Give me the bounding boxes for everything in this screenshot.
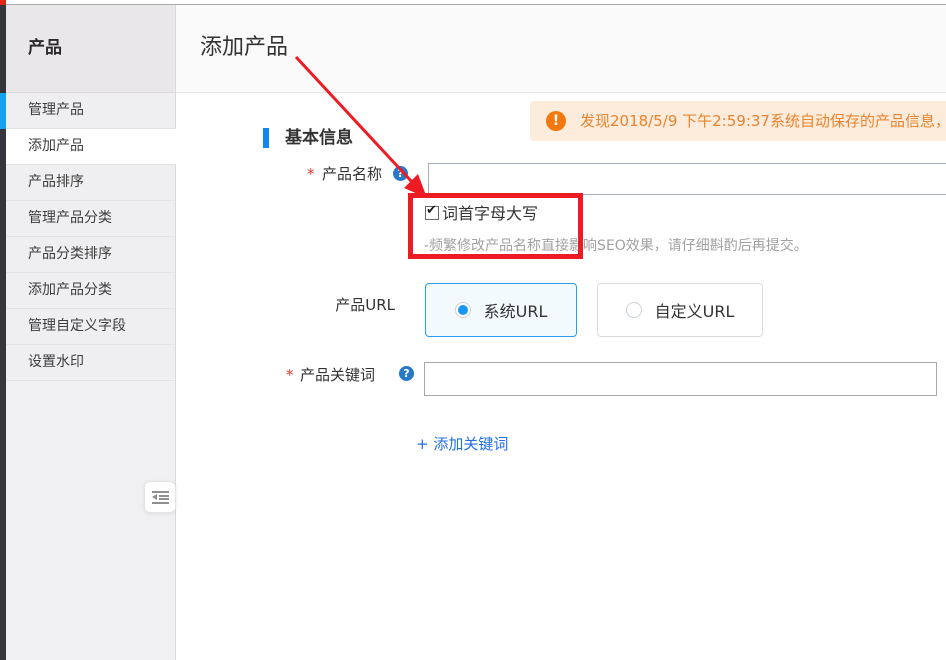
autosave-alert: ! 发现2018/5/9 下午2:59:37系统自动保存的产品信息，是 — [530, 101, 946, 141]
page-title: 添加产品 — [200, 5, 946, 91]
keywords-label: 产品关键词 — [300, 365, 375, 385]
product-name-label: 产品名称 — [322, 164, 382, 184]
required-mark: * — [307, 164, 315, 184]
product-name-help-icon[interactable]: ? — [393, 166, 408, 181]
sidebar-item-manage-categories[interactable]: 管理产品分类 — [6, 201, 175, 237]
sidebar-menu: 管理产品 添加产品 产品排序 管理产品分类 产品分类排序 添加产品分类 管理自定… — [6, 93, 175, 381]
radio-unselected-icon — [626, 302, 642, 318]
capitalize-checkbox-label[interactable]: 词首字母大写 — [442, 203, 538, 224]
sidebar-title: 产品 — [28, 5, 175, 92]
sidebar: 产品 管理产品 添加产品 产品排序 管理产品分类 产品分类排序 添加产品分类 管… — [6, 5, 175, 660]
product-name-hint: -频繁修改产品名称直接影响SEO效果，请仔细斟酌后再提交。 — [424, 237, 808, 255]
collapse-sidebar-button[interactable] — [144, 481, 176, 513]
alert-text: 发现2018/5/9 下午2:59:37系统自动保存的产品信息，是 — [580, 101, 946, 141]
sidebar-item-product-sort[interactable]: 产品排序 — [6, 165, 175, 201]
sidebar-item-custom-fields[interactable]: 管理自定义字段 — [6, 309, 175, 345]
custom-url-option[interactable]: 自定义URL — [597, 283, 763, 337]
sidebar-item-add-category[interactable]: 添加产品分类 — [6, 273, 175, 309]
add-keyword-link[interactable]: + 添加关键词 — [416, 434, 508, 454]
sidebar-item-watermark[interactable]: 设置水印 — [6, 345, 175, 381]
sidebar-item-category-sort[interactable]: 产品分类排序 — [6, 237, 175, 273]
page-header: 添加产品 — [176, 5, 946, 93]
sidebar-item-add-product[interactable]: 添加产品 — [6, 129, 175, 165]
system-url-option[interactable]: 系统URL — [425, 283, 577, 337]
collapse-menu-icon — [152, 491, 169, 504]
annotation-arrowhead — [404, 174, 427, 198]
product-url-label: 产品URL — [300, 295, 395, 315]
sidebar-item-manage-products[interactable]: 管理产品 — [6, 93, 175, 129]
warning-icon: ! — [546, 111, 566, 131]
section-title: 基本信息 — [285, 128, 353, 148]
sidebar-header: 产品 — [6, 5, 175, 93]
keywords-help-icon[interactable]: ? — [399, 366, 414, 381]
product-name-input[interactable] — [428, 163, 946, 195]
keywords-input[interactable] — [424, 362, 937, 396]
section-accent-bar — [263, 128, 269, 148]
checkmark-icon: ✔ — [426, 204, 437, 218]
required-mark: * — [286, 365, 294, 385]
page: 产品 管理产品 添加产品 产品排序 管理产品分类 产品分类排序 添加产品分类 管… — [0, 0, 946, 660]
sidebar-divider — [175, 5, 176, 660]
capitalize-checkbox[interactable]: ✔ — [425, 206, 439, 220]
radio-selected-icon — [455, 302, 471, 318]
